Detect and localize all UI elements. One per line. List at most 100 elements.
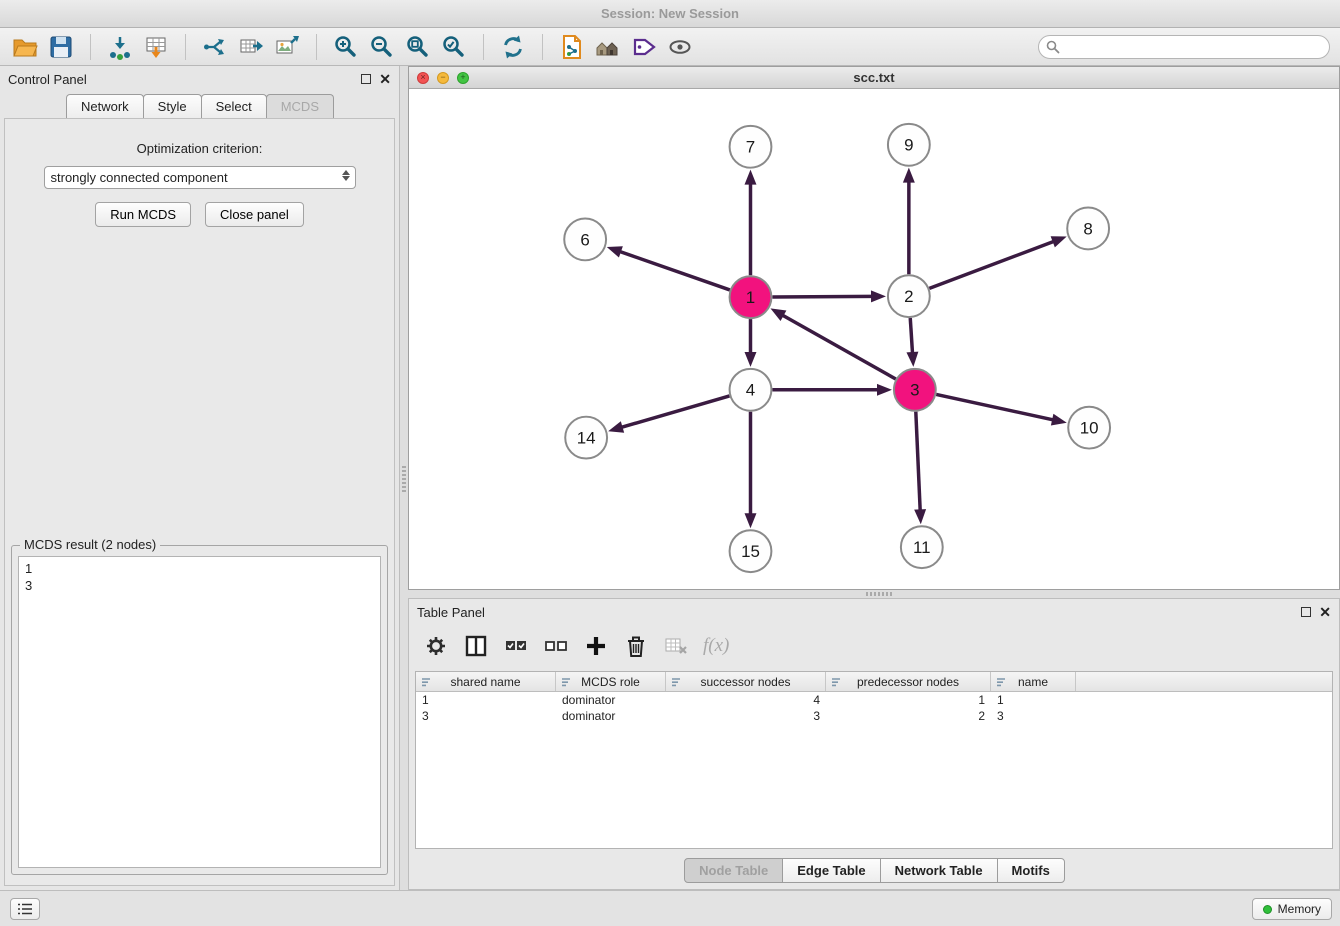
table-cell[interactable]: 2 [826, 708, 991, 724]
network-window-title: scc.txt [853, 70, 894, 85]
svg-text:14: 14 [577, 429, 596, 448]
columns-icon[interactable] [463, 633, 489, 659]
table-row[interactable]: 1dominator411 [416, 692, 1332, 708]
select-all-icon[interactable] [503, 633, 529, 659]
column-header[interactable]: name [991, 672, 1076, 691]
list-item[interactable]: 1 [19, 560, 380, 577]
gear-icon[interactable] [423, 633, 449, 659]
network-window: × − + scc.txt 7 9 6 8 1 2 4 3 14 10 15 11 [408, 66, 1340, 590]
svg-text:11: 11 [913, 538, 931, 557]
graph-edge[interactable] [782, 315, 896, 379]
table-cell[interactable]: dominator [556, 692, 666, 708]
edge-arrowhead-icon [1051, 236, 1067, 247]
export-table-icon[interactable] [236, 32, 266, 62]
zoom-fit-icon[interactable] [403, 32, 433, 62]
zoom-out-icon[interactable] [367, 32, 397, 62]
graph-edge[interactable] [619, 251, 730, 290]
table-cell[interactable]: 4 [666, 692, 826, 708]
graph-node[interactable]: 9 [888, 124, 930, 166]
window-close-button[interactable]: × [417, 72, 429, 84]
column-header[interactable]: shared name [416, 672, 556, 691]
search-input[interactable] [1038, 35, 1330, 59]
graph-edge[interactable] [929, 241, 1054, 288]
add-icon[interactable] [583, 633, 609, 659]
open-session-icon[interactable] [10, 32, 40, 62]
optimization-criterion-select[interactable]: strongly connected component [44, 166, 356, 189]
run-mcds-button[interactable]: Run MCDS [95, 202, 191, 227]
tab-network-table[interactable]: Network Table [880, 858, 998, 883]
show-panels-button[interactable] [10, 898, 40, 920]
graph-edge[interactable] [916, 412, 920, 512]
graph-node[interactable]: 10 [1068, 407, 1110, 449]
save-session-icon[interactable] [46, 32, 76, 62]
tab-edge-table[interactable]: Edge Table [782, 858, 880, 883]
graph-edge[interactable] [910, 318, 912, 354]
mcds-result-groupbox: MCDS result (2 nodes) 13 [11, 545, 388, 875]
eye-icon[interactable] [665, 32, 695, 62]
network-graph: 7 9 6 8 1 2 4 3 14 10 15 11 [409, 89, 1339, 589]
control-panel: Control Panel ✕ Network Style Select MCD… [0, 66, 400, 890]
tab-style[interactable]: Style [143, 94, 202, 118]
tab-motifs[interactable]: Motifs [997, 858, 1065, 883]
svg-text:2: 2 [904, 287, 913, 306]
graph-node[interactable]: 7 [730, 126, 772, 168]
graph-node[interactable]: 1 [730, 276, 772, 318]
table-cell[interactable]: 3 [666, 708, 826, 724]
splitter-grip[interactable] [866, 592, 892, 596]
column-header[interactable]: successor nodes [666, 672, 826, 691]
table-panel-header: Table Panel ✕ [409, 599, 1339, 625]
column-header[interactable]: predecessor nodes [826, 672, 991, 691]
network-overview-icon[interactable] [593, 32, 623, 62]
graph-edge[interactable] [772, 296, 873, 297]
column-header[interactable]: MCDS role [556, 672, 666, 691]
delete-columns-icon[interactable] [663, 633, 689, 659]
graph-edge[interactable] [936, 394, 1054, 420]
graph-node[interactable]: 6 [564, 218, 606, 260]
trash-icon[interactable] [623, 633, 649, 659]
table-cell[interactable]: 3 [991, 708, 1076, 724]
close-panel-button[interactable]: Close panel [205, 202, 304, 227]
close-panel-icon[interactable]: ✕ [379, 74, 391, 84]
network-canvas[interactable]: 7 9 6 8 1 2 4 3 14 10 15 11 [409, 89, 1339, 589]
deselect-all-icon[interactable] [543, 633, 569, 659]
mcds-result-list[interactable]: 13 [18, 556, 381, 868]
table-cell[interactable]: 1 [991, 692, 1076, 708]
zoom-in-icon[interactable] [331, 32, 361, 62]
table-cell[interactable]: 1 [416, 692, 556, 708]
tab-node-table[interactable]: Node Table [684, 858, 783, 883]
graph-node[interactable]: 4 [730, 369, 772, 411]
graph-node[interactable]: 14 [565, 417, 607, 459]
graph-node[interactable]: 2 [888, 275, 930, 317]
graph-node[interactable]: 8 [1067, 208, 1109, 250]
tab-network[interactable]: Network [66, 94, 144, 118]
document-network-icon[interactable] [557, 32, 587, 62]
tab-mcds[interactable]: MCDS [266, 94, 334, 118]
table-cell[interactable]: 3 [416, 708, 556, 724]
export-image-icon[interactable] [272, 32, 302, 62]
float-panel-icon[interactable] [361, 74, 371, 84]
window-minimize-button[interactable]: − [437, 72, 449, 84]
window-zoom-button[interactable]: + [457, 72, 469, 84]
zoom-selected-icon[interactable] [439, 32, 469, 62]
vertical-splitter[interactable] [400, 66, 408, 890]
horizontal-splitter[interactable] [408, 590, 1340, 598]
memory-button[interactable]: Memory [1252, 898, 1332, 920]
function-icon[interactable]: f(x) [703, 635, 729, 657]
table-cell[interactable]: dominator [556, 708, 666, 724]
refresh-layout-icon[interactable] [498, 32, 528, 62]
graph-node[interactable]: 11 [901, 526, 943, 568]
graph-node[interactable]: 15 [730, 530, 772, 572]
graph-node[interactable]: 3 [894, 369, 936, 411]
import-table-icon[interactable] [141, 32, 171, 62]
tab-select[interactable]: Select [201, 94, 267, 118]
graph-edge[interactable] [621, 396, 730, 428]
list-item[interactable]: 3 [19, 577, 380, 594]
close-panel-icon[interactable]: ✕ [1319, 607, 1331, 617]
label-tag-icon[interactable] [629, 32, 659, 62]
splitter-grip[interactable] [402, 466, 406, 492]
import-network-icon[interactable] [105, 32, 135, 62]
float-panel-icon[interactable] [1301, 607, 1311, 617]
table-row[interactable]: 3dominator323 [416, 708, 1332, 724]
table-cell[interactable]: 1 [826, 692, 991, 708]
new-network-icon[interactable] [200, 32, 230, 62]
